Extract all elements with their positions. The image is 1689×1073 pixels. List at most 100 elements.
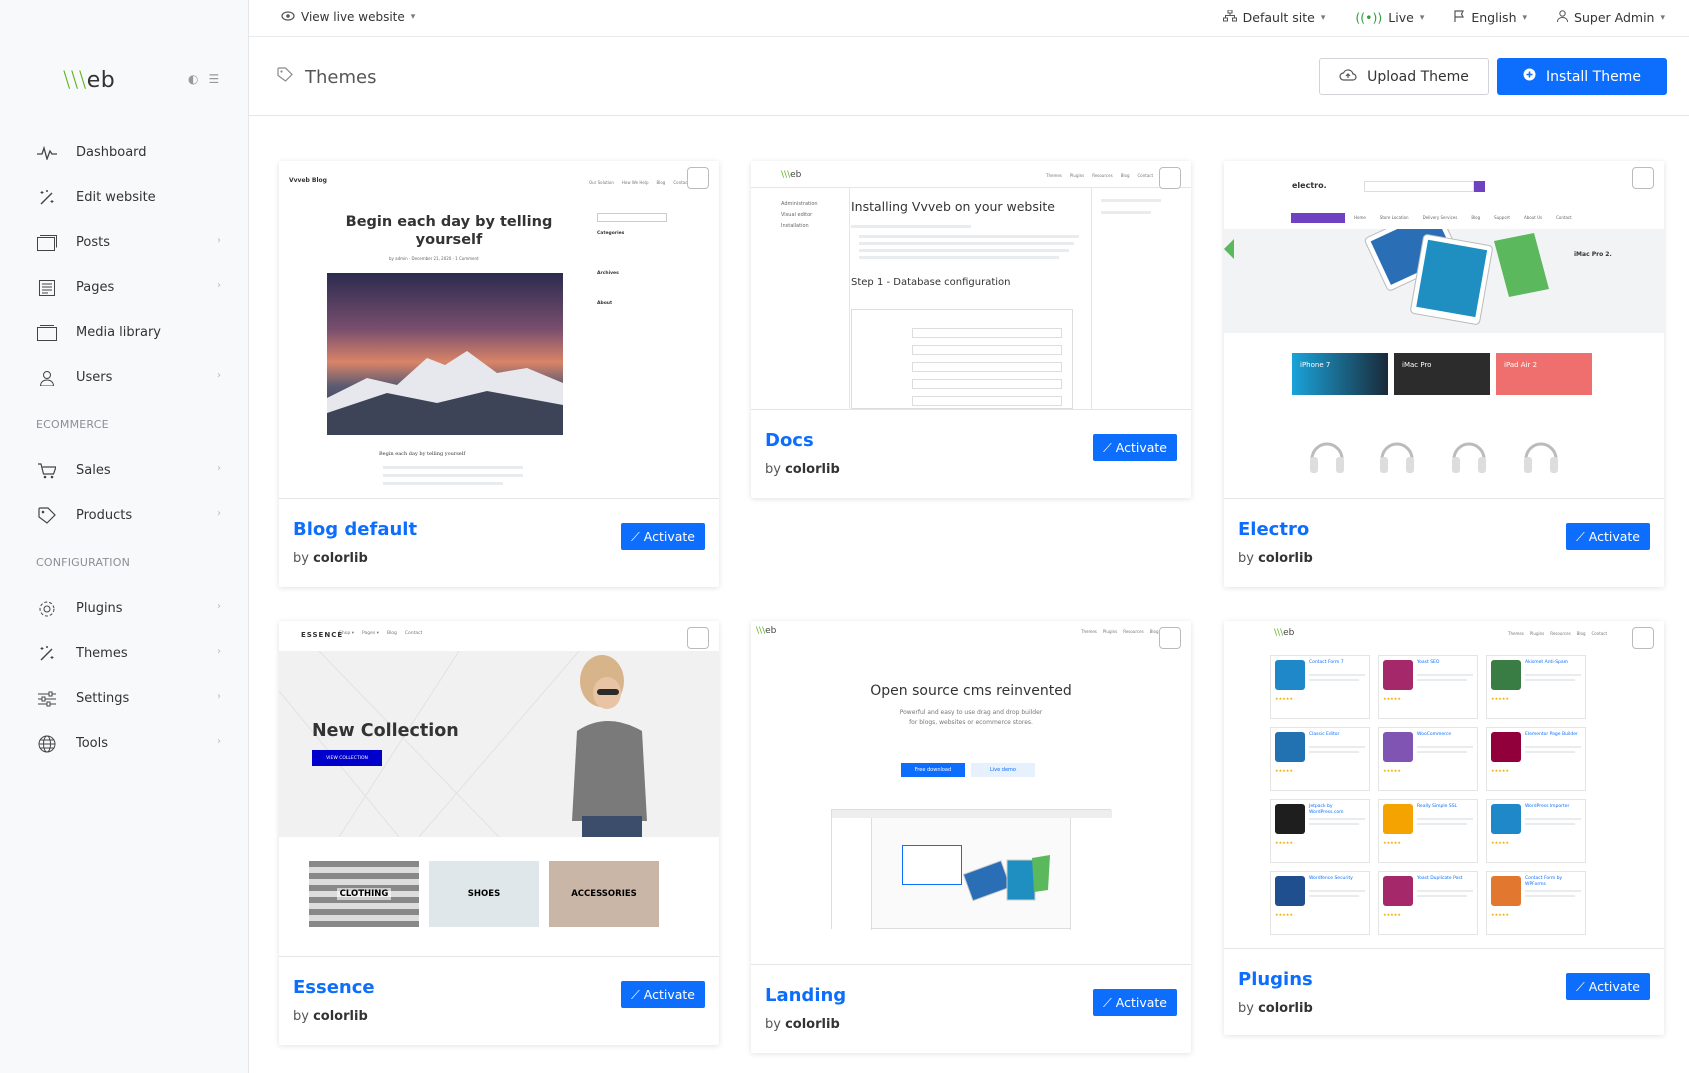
broadcast-icon: ((•)) (1355, 10, 1383, 25)
sidebar-item-settings[interactable]: Settings › (0, 676, 249, 721)
sidebar-item-media-library[interactable]: Media library (0, 310, 249, 355)
preview-logo: \\\eb (781, 170, 802, 180)
user-menu[interactable]: Super Admin ▾ (1557, 10, 1665, 25)
activate-button[interactable]: ⟋ Activate (621, 523, 705, 550)
preview-line (859, 256, 1059, 259)
preview-line (851, 225, 971, 228)
logo[interactable]: \\\eb (63, 68, 115, 93)
magic-wand-icon: ⟋ (1576, 528, 1585, 544)
preview-line (383, 482, 503, 485)
magic-wand-icon (36, 187, 58, 209)
theme-card-blog-default[interactable]: Vvveb Blog Our Solution How We Help Blog Co… (279, 161, 719, 587)
theme-meta: Docs by colorlib ⟋ Activate (751, 410, 1191, 498)
theme-author: by colorlib (1238, 1001, 1313, 1016)
activate-button[interactable]: ⟋ Activate (1093, 434, 1177, 461)
preview-meta: by admin · December 21, 2020 · 1 Comment (389, 256, 479, 261)
upload-theme-button[interactable]: Upload Theme (1319, 58, 1489, 95)
chevron-down-icon: ▾ (1320, 12, 1326, 23)
status-selector[interactable]: ((•)) Live ▾ (1355, 10, 1424, 25)
theme-meta: Blog default by colorlib ⟋ Activate (279, 499, 719, 587)
theme-meta: Essence by colorlib ⟋ Activate (279, 957, 719, 1045)
theme-preview: \\\eb Themes Plugins Resources Blog Contact … (1224, 621, 1664, 949)
activate-button[interactable]: ⟋ Activate (621, 981, 705, 1008)
language-selector[interactable]: English ▾ (1454, 10, 1527, 25)
activate-button[interactable]: ⟋ Activate (1566, 523, 1650, 550)
theme-card-electro[interactable]: electro. Home Store Location Delivery Serv… (1224, 161, 1664, 587)
preview-line (1101, 199, 1161, 202)
select-checkbox[interactable] (1159, 167, 1181, 189)
preview-nav: Themes Plugins Resources Blog Contact (1046, 173, 1154, 178)
sidebar-item-pages[interactable]: Pages › (0, 265, 249, 310)
theme-name[interactable]: Landing (765, 985, 846, 1006)
select-checkbox[interactable] (1632, 627, 1654, 649)
sidebar-item-posts[interactable]: Posts › (0, 220, 249, 265)
view-live-website-link[interactable]: View live website ▾ (281, 10, 415, 24)
chevron-down-icon: ▾ (410, 12, 416, 22)
preview-nav: Themes Plugins Resources Blog Contact (1508, 631, 1608, 636)
sidebar-item-edit-website[interactable]: Edit website (0, 175, 249, 220)
activate-button[interactable]: ⟋ Activate (1093, 989, 1177, 1016)
theme-name[interactable]: Blog default (293, 519, 417, 540)
theme-preview: electro. Home Store Location Delivery Serv… (1224, 161, 1664, 499)
preview-logo: \\\eb (756, 626, 777, 636)
install-theme-label: Install Theme (1546, 68, 1641, 85)
site-selector[interactable]: Default site ▾ (1222, 9, 1326, 25)
page-title-text: Themes (305, 67, 377, 88)
theme-name[interactable]: Plugins (1238, 969, 1313, 990)
theme-author: by colorlib (765, 1017, 840, 1032)
preview-demo-button: Live demo (971, 763, 1035, 777)
theme-name[interactable]: Electro (1238, 519, 1309, 540)
menu-icon[interactable]: ☰ (208, 72, 219, 86)
preview-model-image (572, 655, 647, 837)
preview-divider (849, 187, 850, 409)
sidebar-item-users[interactable]: Users › (0, 355, 249, 400)
chevron-right-icon: › (217, 370, 221, 381)
chevron-right-icon: › (217, 691, 221, 702)
select-checkbox[interactable] (1632, 167, 1654, 189)
view-live-label: View live website (301, 10, 405, 24)
sidebar-item-dashboard[interactable]: Dashboard (0, 130, 249, 175)
magic-wand-icon: ⟋ (1576, 978, 1585, 994)
theme-name[interactable]: Docs (765, 430, 814, 451)
posts-icon (36, 232, 58, 254)
theme-name[interactable]: Essence (293, 977, 375, 998)
sidebar-item-label: Themes (76, 646, 128, 661)
theme-card-docs[interactable]: \\\eb Themes Plugins Resources Blog Contact … (751, 161, 1191, 498)
select-checkbox[interactable] (1159, 627, 1181, 649)
sidebar-item-plugins[interactable]: Plugins › (0, 586, 249, 631)
preview-plugin-card: Jetpack by WordPress.com ★★★★★ (1270, 799, 1370, 863)
preview-category-clothing: CLOTHING (309, 861, 419, 927)
select-checkbox[interactable] (687, 627, 709, 649)
activate-button[interactable]: ⟋ Activate (1566, 973, 1650, 1000)
preview-divider (751, 187, 1191, 188)
sidebar-tools: ◐ ☰ (188, 72, 219, 86)
theme-card-landing[interactable]: \\\eb Themes Plugins Resources Blog Open so… (751, 621, 1191, 1053)
sidebar-item-themes[interactable]: Themes › (0, 631, 249, 676)
chevron-right-icon: › (217, 736, 221, 747)
theme-card-plugins[interactable]: \\\eb Themes Plugins Resources Blog Contact … (1224, 621, 1664, 1035)
eye-icon (281, 10, 295, 24)
theme-author: by colorlib (1238, 551, 1313, 566)
sidebar-item-products[interactable]: Products › (0, 493, 249, 538)
preview-plugin-card: Contact Form by WPForms ★★★★★ (1486, 871, 1586, 935)
preview-db-form (851, 309, 1073, 409)
select-checkbox[interactable] (687, 167, 709, 189)
theme-card-essence[interactable]: ESSENCE Shop ▾ Pages ▾ Blog Contact New Col… (279, 621, 719, 1045)
sidebar-item-tools[interactable]: Tools › (0, 721, 249, 766)
install-theme-button[interactable]: Install Theme (1497, 58, 1667, 95)
preview-headline: New Collection (312, 721, 459, 741)
chevron-right-icon: › (217, 646, 221, 657)
preview-search (597, 213, 667, 222)
user-label: Super Admin (1574, 10, 1655, 25)
sidebar-item-label: Settings (76, 691, 130, 706)
preview-tile: iMac Pro (1394, 353, 1490, 395)
sidebar-item-sales[interactable]: Sales › (0, 448, 249, 493)
preview-categories: Categories (597, 231, 625, 236)
preview-category-shoes: SHOES (429, 861, 539, 927)
theme-preview: \\\eb Themes Plugins Resources Blog Open so… (751, 621, 1191, 965)
gear-icon (36, 598, 58, 620)
theme-toggle-icon[interactable]: ◐ (188, 72, 198, 86)
theme-meta: Electro by colorlib ⟋ Activate (1224, 499, 1664, 587)
preview-nav: Home Store Location Delivery Services Blog S… (1354, 215, 1572, 220)
language-label: English (1471, 10, 1517, 25)
